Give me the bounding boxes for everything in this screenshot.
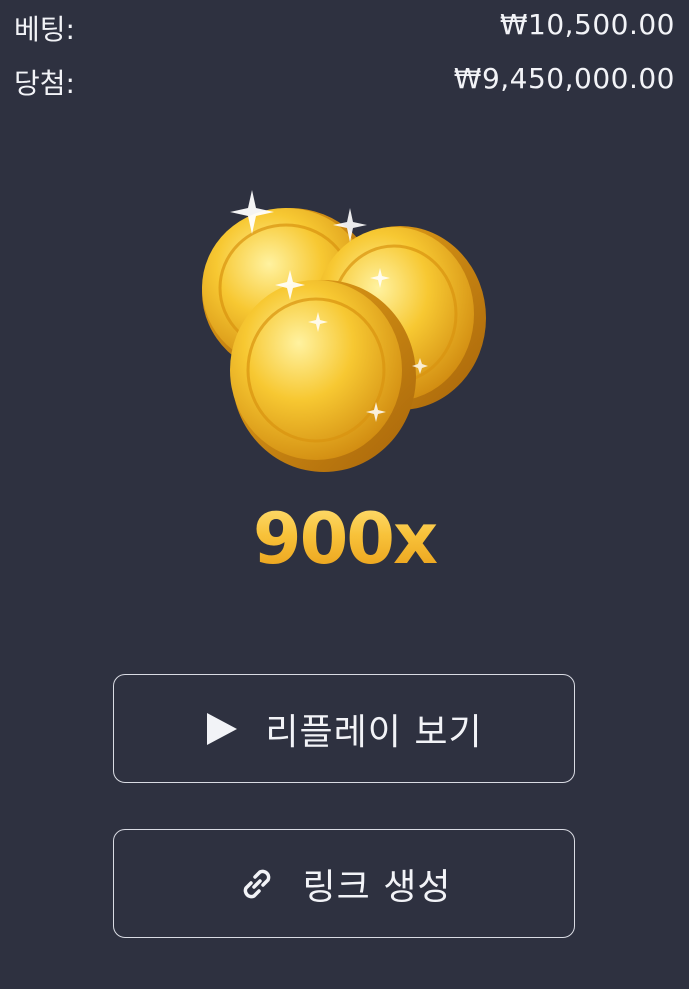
create-link-label: 링크 생성	[302, 866, 452, 908]
bet-amount: ₩10,500.00	[499, 8, 675, 41]
link-chain-icon	[237, 864, 277, 904]
win-row: 당첨: ₩9,450,000.00	[0, 58, 689, 102]
gold-coins-icon	[190, 180, 500, 480]
bet-row: 베팅: ₩10,500.00	[0, 4, 689, 48]
win-label: 당첨:	[14, 67, 75, 100]
watch-replay-label: 리플레이 보기	[265, 711, 483, 753]
watch-replay-button[interactable]: 리플레이 보기	[113, 674, 575, 783]
win-multiplier: 900x	[0, 498, 689, 580]
win-amount: ₩9,450,000.00	[453, 62, 675, 95]
play-icon	[205, 711, 239, 747]
bet-label: 베팅:	[14, 13, 75, 46]
create-link-button[interactable]: 링크 생성	[113, 829, 575, 938]
